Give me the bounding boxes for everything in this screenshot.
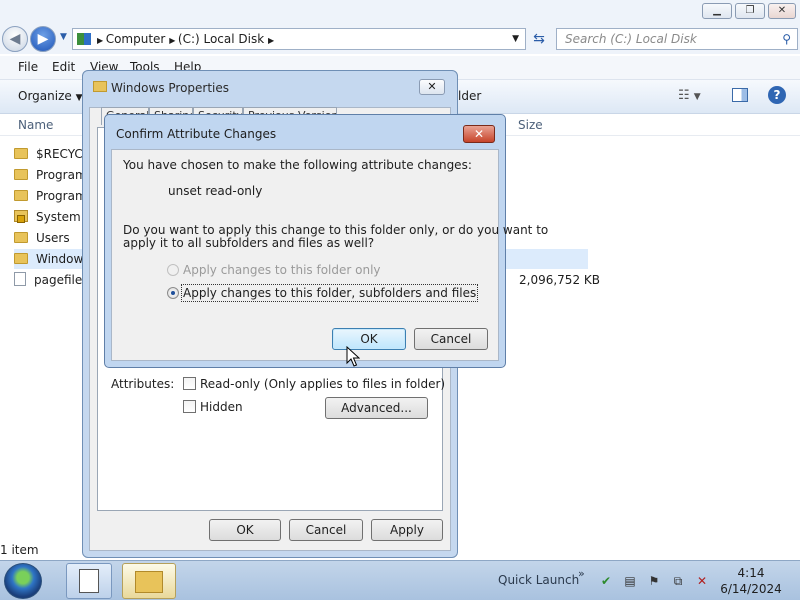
confirm-close-button[interactable]: ✕ [463, 125, 495, 143]
advanced-button[interactable]: Advanced... [325, 397, 428, 419]
minimize-button[interactable]: ▁ [702, 3, 732, 19]
cancel-button[interactable]: Cancel [289, 519, 363, 541]
file-icon [14, 272, 26, 286]
checkbox-icon [183, 377, 196, 390]
locked-folder-icon [14, 210, 28, 223]
file-row[interactable]: Users [14, 228, 70, 248]
toolbar-partial-button[interactable]: lder [458, 89, 481, 103]
radio-all-subfolders[interactable]: Apply changes to this folder, subfolders… [167, 284, 479, 302]
attributes-label: Attributes: [111, 377, 175, 391]
breadcrumb-separator-icon: ▶ [169, 36, 178, 45]
file-name: Users [36, 231, 70, 245]
address-row: ◀ ▶ ▼ ▶ Computer ▶ (C:) Local Disk ▶ ▼ ⇆… [0, 24, 800, 54]
taskbar-app-button[interactable] [66, 563, 112, 599]
recent-pages-chevron-icon[interactable]: ▼ [60, 32, 67, 42]
flag-icon[interactable]: ⚑ [646, 573, 662, 589]
readonly-label: Read-only (Only applies to files in fold… [200, 377, 446, 391]
confirm-body: You have chosen to make the following at… [111, 149, 548, 361]
menu-file[interactable]: File [18, 60, 38, 74]
radio-all-subfolders-label: Apply changes to this folder, subfolders… [180, 284, 479, 302]
properties-dialog-title: Windows Properties [111, 81, 230, 95]
confirm-dialog: Confirm Attribute Changes ✕ You have cho… [104, 114, 548, 368]
file-size: 2,096,752 KB [519, 273, 600, 287]
hidden-label: Hidden [200, 400, 243, 414]
folder-icon [14, 148, 28, 159]
confirm-change: unset read-only [168, 184, 263, 198]
search-icon[interactable]: ⚲ [782, 29, 791, 49]
quick-launch-label[interactable]: Quick Launch [498, 573, 579, 587]
file-row[interactable]: System V [14, 207, 93, 227]
mouse-cursor-icon [346, 346, 360, 367]
file-row[interactable]: Program [14, 165, 87, 185]
title-bar: ▁ ❐ ✕ [0, 0, 800, 24]
address-dropdown-icon[interactable]: ▼ [512, 29, 519, 49]
file-name: Window [36, 252, 84, 266]
document-icon [79, 569, 99, 593]
checkbox-icon [183, 400, 196, 413]
ok-button[interactable]: OK [209, 519, 281, 541]
forward-button[interactable]: ▶ [30, 26, 56, 52]
hidden-checkbox[interactable]: Hidden [183, 400, 243, 414]
folder-icon [14, 232, 28, 243]
confirm-dialog-title: Confirm Attribute Changes [116, 127, 277, 141]
window-close-button[interactable]: ✕ [768, 3, 796, 19]
breadcrumb-computer[interactable]: Computer [106, 32, 166, 46]
clock[interactable]: 4:14 6/14/2024 [716, 565, 786, 597]
folder-icon [14, 253, 28, 264]
network-icon[interactable]: ⧉ [670, 573, 686, 589]
computer-icon [77, 33, 91, 45]
readonly-checkbox[interactable]: Read-only (Only applies to files in fold… [183, 377, 445, 391]
organize-button[interactable]: Organize ▼ [18, 89, 83, 103]
menu-edit[interactable]: Edit [52, 60, 75, 74]
file-name: pagefile [34, 273, 83, 287]
folder-icon [14, 169, 28, 180]
clock-date: 6/14/2024 [720, 582, 782, 596]
radio-folder-only-label: Apply changes to this folder only [183, 263, 381, 277]
radio-folder-only[interactable]: Apply changes to this folder only [167, 263, 381, 277]
file-row[interactable]: pagefile [14, 270, 82, 290]
confirm-question-line-1: Do you want to apply this change to this… [123, 223, 549, 237]
file-row[interactable]: Program [14, 186, 87, 206]
security-tray-icon[interactable]: ✔ [598, 573, 614, 589]
back-button[interactable]: ◀ [2, 26, 28, 52]
folder-icon [135, 571, 163, 593]
radio-icon [167, 264, 179, 276]
clock-time: 4:14 [737, 566, 765, 580]
apply-button[interactable]: Apply [371, 519, 443, 541]
confirm-question-line-2: apply it to all subfolders and files as … [123, 236, 375, 250]
volume-muted-icon[interactable]: ✕ [694, 573, 710, 589]
confirm-intro: You have chosen to make the following at… [123, 158, 472, 172]
start-button[interactable] [4, 563, 42, 599]
name-column-header[interactable]: Name [18, 118, 53, 132]
taskbar: Quick Launch » ✔ ▤ ⚑ ⧉ ✕ 4:14 6/14/2024 [0, 560, 800, 600]
breadcrumb-local-disk[interactable]: (C:) Local Disk [178, 32, 264, 46]
document-tray-icon[interactable]: ▤ [622, 573, 638, 589]
view-options-icon[interactable]: ☷ ▼ [678, 88, 701, 103]
preview-pane-icon[interactable] [732, 88, 748, 102]
folder-icon [14, 190, 28, 201]
show-hidden-icons-icon[interactable]: » [578, 567, 585, 580]
search-placeholder: Search (C:) Local Disk [565, 32, 697, 46]
confirm-cancel-button[interactable]: Cancel [414, 328, 488, 350]
refresh-icon[interactable]: ⇆ [528, 28, 550, 50]
breadcrumb-separator-icon: ▶ [268, 36, 275, 45]
address-bar[interactable]: ▶ Computer ▶ (C:) Local Disk ▶ ▼ [72, 28, 526, 50]
confirm-ok-button[interactable]: OK [332, 328, 406, 350]
file-name: Program [36, 189, 87, 203]
search-input[interactable]: Search (C:) Local Disk ⚲ [556, 28, 798, 50]
maximize-button[interactable]: ❐ [735, 3, 765, 19]
file-row-selected[interactable]: Window [14, 249, 83, 269]
size-column-header[interactable]: Size [518, 118, 543, 132]
organize-label: Organize [18, 89, 72, 103]
file-name: $RECYC [36, 147, 83, 161]
file-row[interactable]: $RECYC [14, 144, 83, 164]
radio-selected-icon [167, 287, 179, 299]
properties-close-button[interactable]: ✕ [419, 79, 445, 95]
breadcrumb-separator-icon: ▶ [97, 36, 106, 45]
help-icon[interactable]: ? [768, 86, 786, 104]
file-name: Program [36, 168, 87, 182]
taskbar-explorer-button[interactable] [122, 563, 176, 599]
status-bar: 1 item selected [0, 540, 82, 577]
folder-icon [93, 81, 107, 92]
